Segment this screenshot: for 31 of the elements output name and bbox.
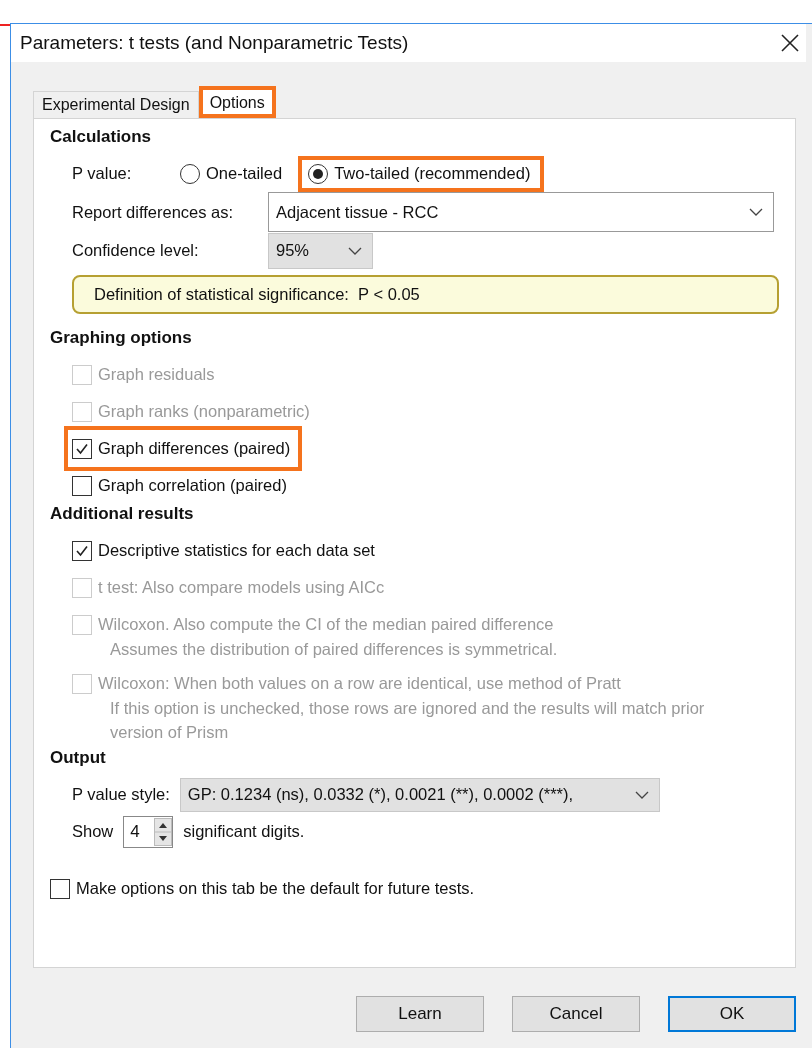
section-heading: Calculations	[50, 127, 153, 148]
chevron-down-icon	[749, 208, 763, 216]
confidence-dropdown[interactable]: 95%	[268, 232, 373, 269]
dialog-button[interactable]: OK	[668, 996, 796, 1032]
digits-spinner[interactable]: 4	[123, 815, 174, 848]
section-heading: Graphing options	[50, 328, 193, 349]
field-label: significant digits.	[183, 822, 305, 841]
checkbox-option[interactable]: Make options on this tab be the default for future tests.	[50, 870, 483, 907]
section-heading: Output	[50, 748, 107, 769]
p-value-style-dropdown[interactable]: GP: 0.1234 (ns), 0.0332 (*), 0.0021 (**), 0.0002 (***),	[179, 777, 660, 812]
report-differences-dropdown[interactable]: Adjacent tissue - RCC	[268, 192, 774, 232]
chevron-down-icon	[348, 246, 362, 255]
field-label: Show	[72, 822, 114, 841]
checkbox-option[interactable]: Graph correlation (paired)	[72, 467, 295, 504]
tab[interactable]: Experimental Design	[33, 91, 199, 118]
section-heading: Additional results	[50, 504, 195, 525]
dialog-button[interactable]: Learn	[356, 996, 484, 1032]
checkbox-option[interactable]: Graph differences (paired)	[68, 430, 299, 467]
checkbox-option[interactable]: Descriptive statistics for each data set	[72, 532, 383, 569]
field-label: P value style:	[72, 785, 170, 804]
radio-option[interactable]: One-tailed	[174, 159, 293, 188]
dialog-button[interactable]: Cancel	[512, 996, 640, 1032]
significance-note: Definition of statistical significance: P < 0.05	[72, 275, 779, 314]
window-title: Parameters: t tests (and Nonparametric Tests)	[20, 32, 409, 54]
close-icon[interactable]	[780, 33, 800, 53]
tab[interactable]: Options	[198, 86, 276, 118]
field-label: Report differences as:	[72, 202, 235, 222]
field-label: Confidence level:	[72, 241, 200, 260]
field-label: P value:	[72, 164, 133, 183]
spinner-arrows-icon[interactable]	[154, 817, 173, 846]
chevron-down-icon	[634, 790, 649, 799]
